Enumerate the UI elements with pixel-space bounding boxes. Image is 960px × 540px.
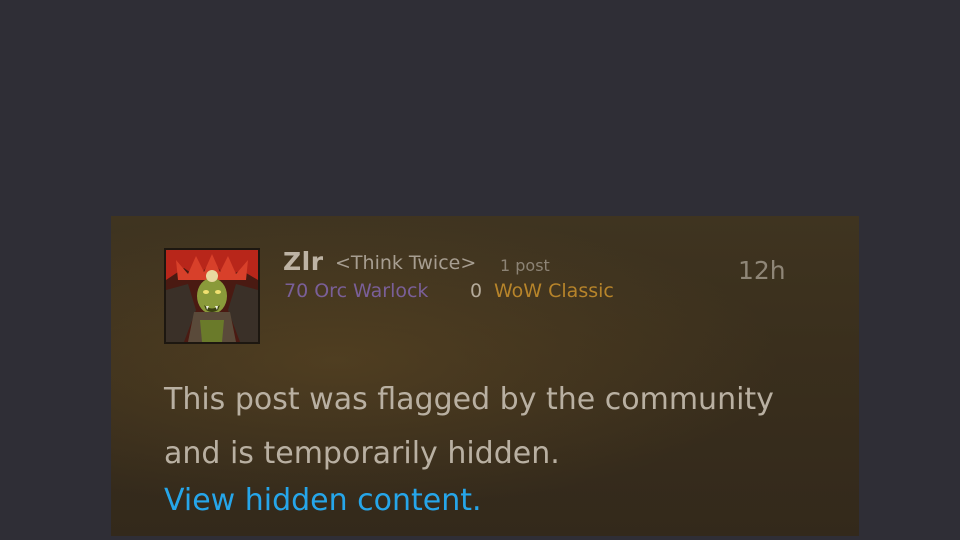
view-hidden-content-link[interactable]: View hidden content. xyxy=(164,483,482,518)
post-count: 1 post xyxy=(500,256,550,275)
forum-post: Zlr <Think Twice> 1 post 70 Orc Warlock … xyxy=(111,216,859,536)
author-name[interactable]: Zlr xyxy=(283,247,324,276)
realm-name: WoW Classic xyxy=(494,280,614,302)
avatar[interactable] xyxy=(164,248,260,344)
flagged-notice-line1: This post was flagged by the community xyxy=(164,382,774,417)
guild-name: <Think Twice> xyxy=(335,252,477,274)
achievement-points: 0 xyxy=(470,280,483,302)
page: Zlr <Think Twice> 1 post 70 Orc Warlock … xyxy=(0,0,960,540)
orc-warlock-avatar-icon xyxy=(166,250,258,342)
post-timestamp[interactable]: 12h xyxy=(738,256,786,285)
flagged-notice-line2: and is temporarily hidden. xyxy=(164,436,560,471)
flagged-notice: This post was flagged by the community a… xyxy=(164,373,824,481)
character-class: 70 Orc Warlock xyxy=(284,280,429,302)
